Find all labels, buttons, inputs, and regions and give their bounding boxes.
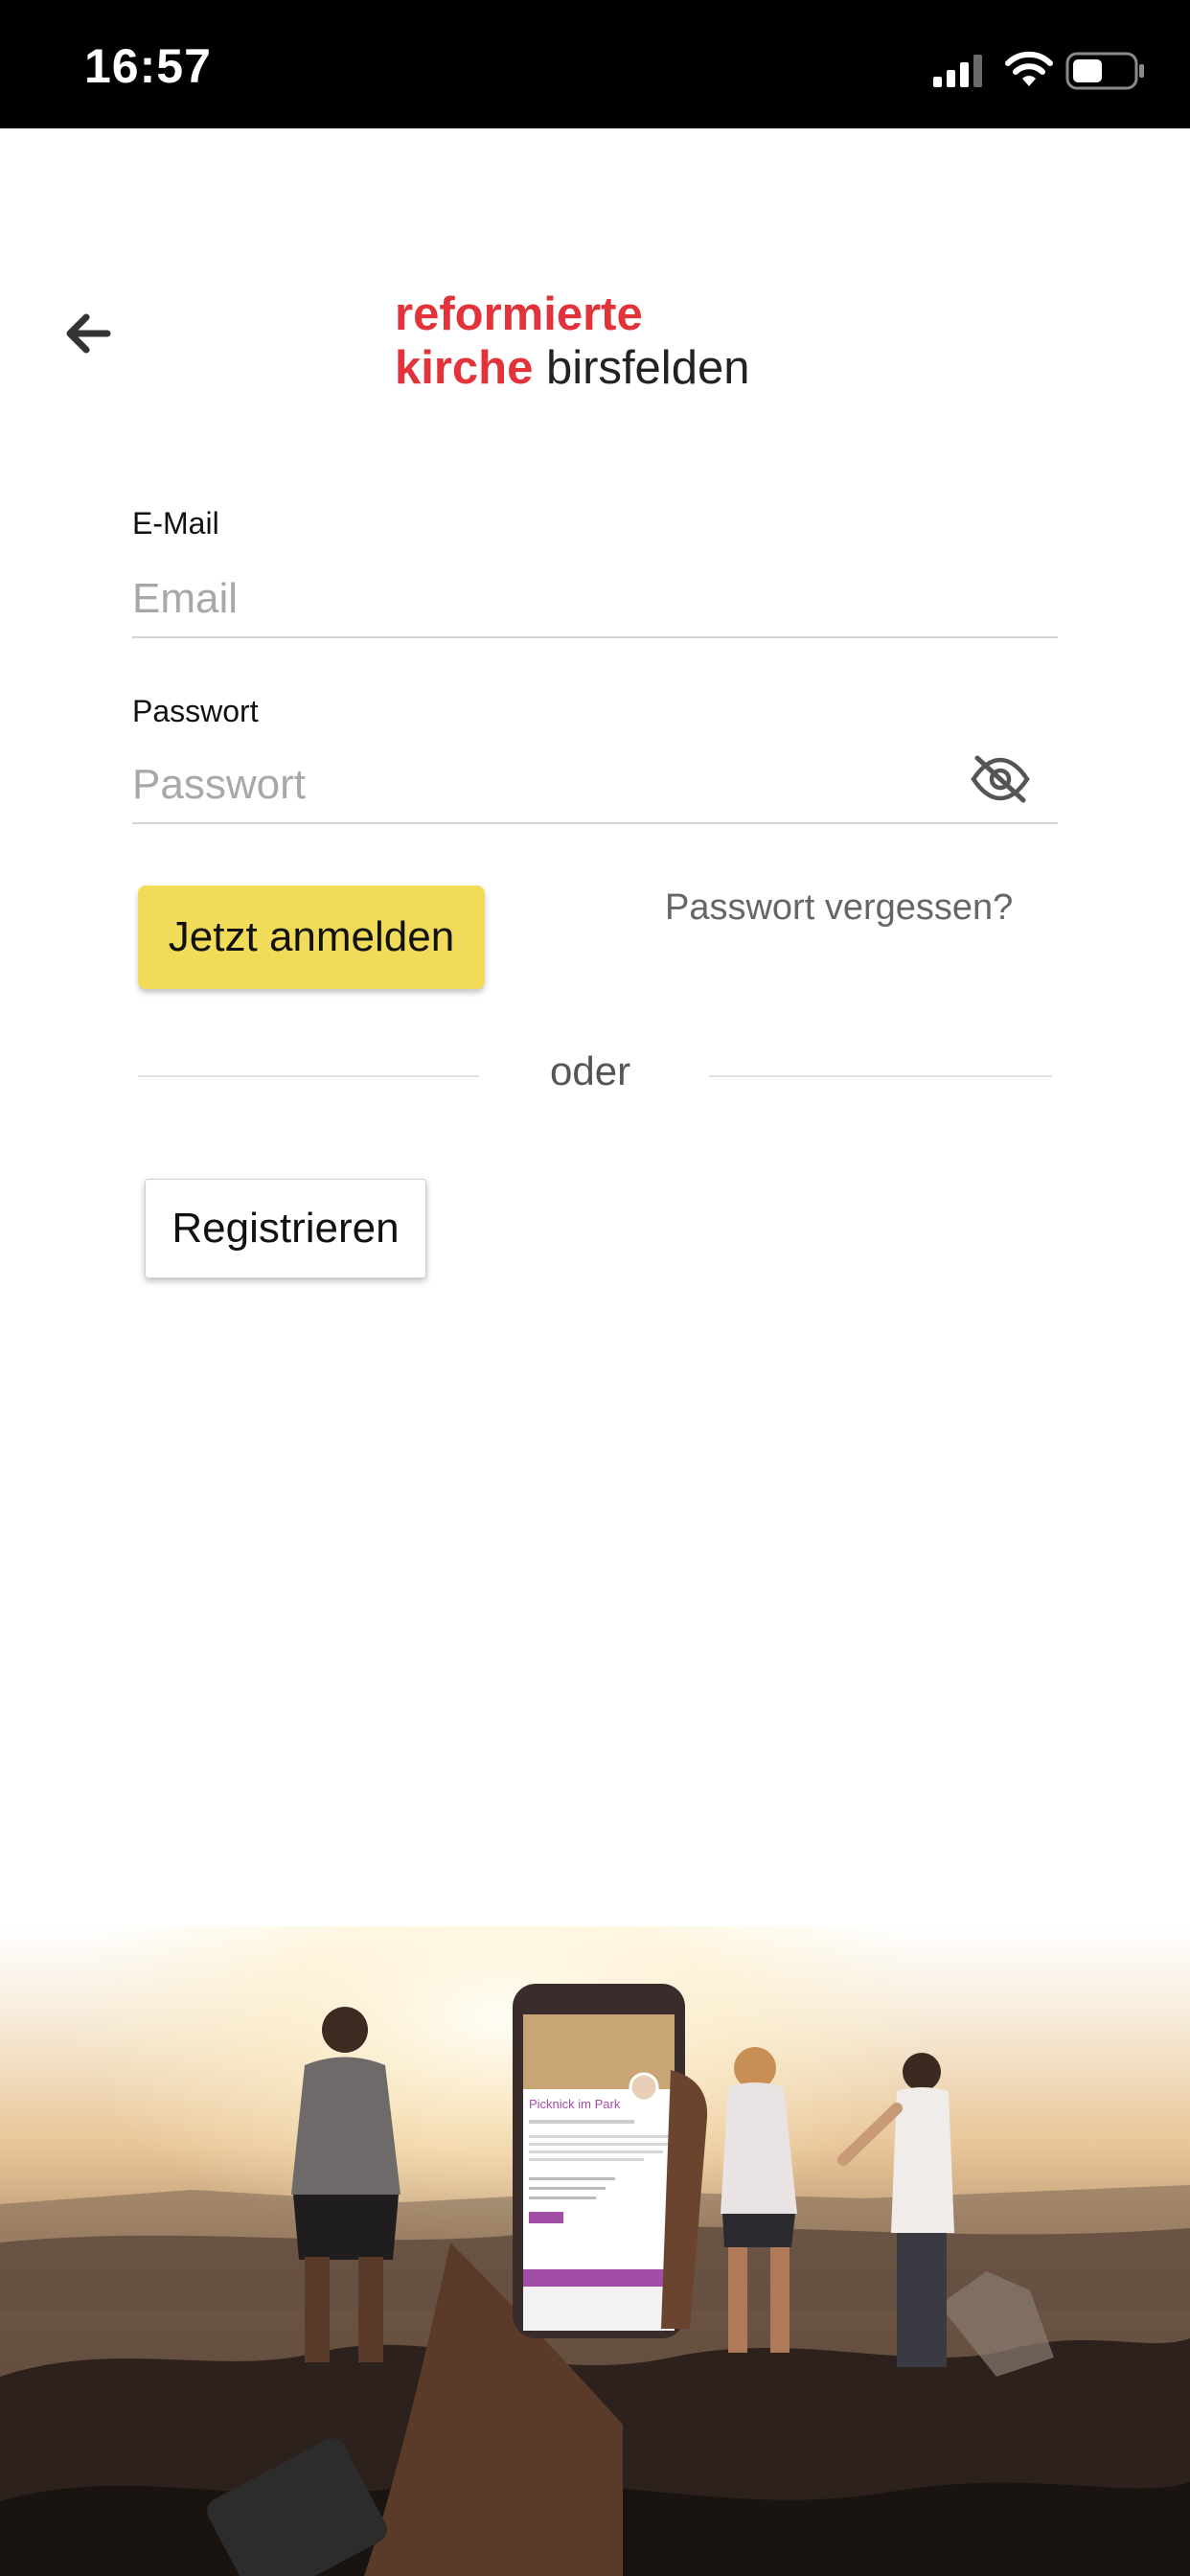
email-field[interactable] bbox=[132, 562, 1058, 638]
logo-word-kirche: kirche bbox=[395, 342, 534, 394]
church-logo: reformierte kirche birsfelden bbox=[395, 288, 749, 395]
password-field[interactable] bbox=[132, 748, 1058, 824]
back-arrow-icon[interactable] bbox=[59, 305, 117, 362]
logo-word-birsfelden: birsfelden bbox=[533, 342, 750, 394]
divider-or: oder bbox=[550, 1048, 631, 1093]
hide-password-icon[interactable] bbox=[970, 753, 1031, 805]
login-button[interactable]: Jetzt anmelden bbox=[138, 886, 485, 989]
cellular-signal-icon bbox=[933, 55, 982, 87]
password-label: Passwort bbox=[132, 694, 259, 728]
battery-icon bbox=[1065, 52, 1144, 90]
register-button[interactable]: Registrieren bbox=[145, 1179, 426, 1278]
email-label: E-Mail bbox=[132, 506, 219, 540]
divider-right bbox=[709, 1075, 1052, 1077]
wifi-icon bbox=[1005, 51, 1053, 86]
status-time: 16:57 bbox=[84, 39, 212, 93]
status-bar: 16:57 bbox=[0, 0, 1190, 128]
phone-mockup: Picknick im Park bbox=[513, 1984, 685, 2338]
forgot-password-link[interactable]: Passwort vergessen? bbox=[665, 887, 1013, 929]
hero-photo: Picknick im Park bbox=[0, 1926, 1190, 2576]
logo-line-2: kirche birsfelden bbox=[395, 341, 749, 395]
logo-line-1: reformierte bbox=[395, 288, 643, 340]
phone-event-title: Picknick im Park bbox=[529, 2097, 621, 2111]
divider-left bbox=[138, 1075, 479, 1077]
